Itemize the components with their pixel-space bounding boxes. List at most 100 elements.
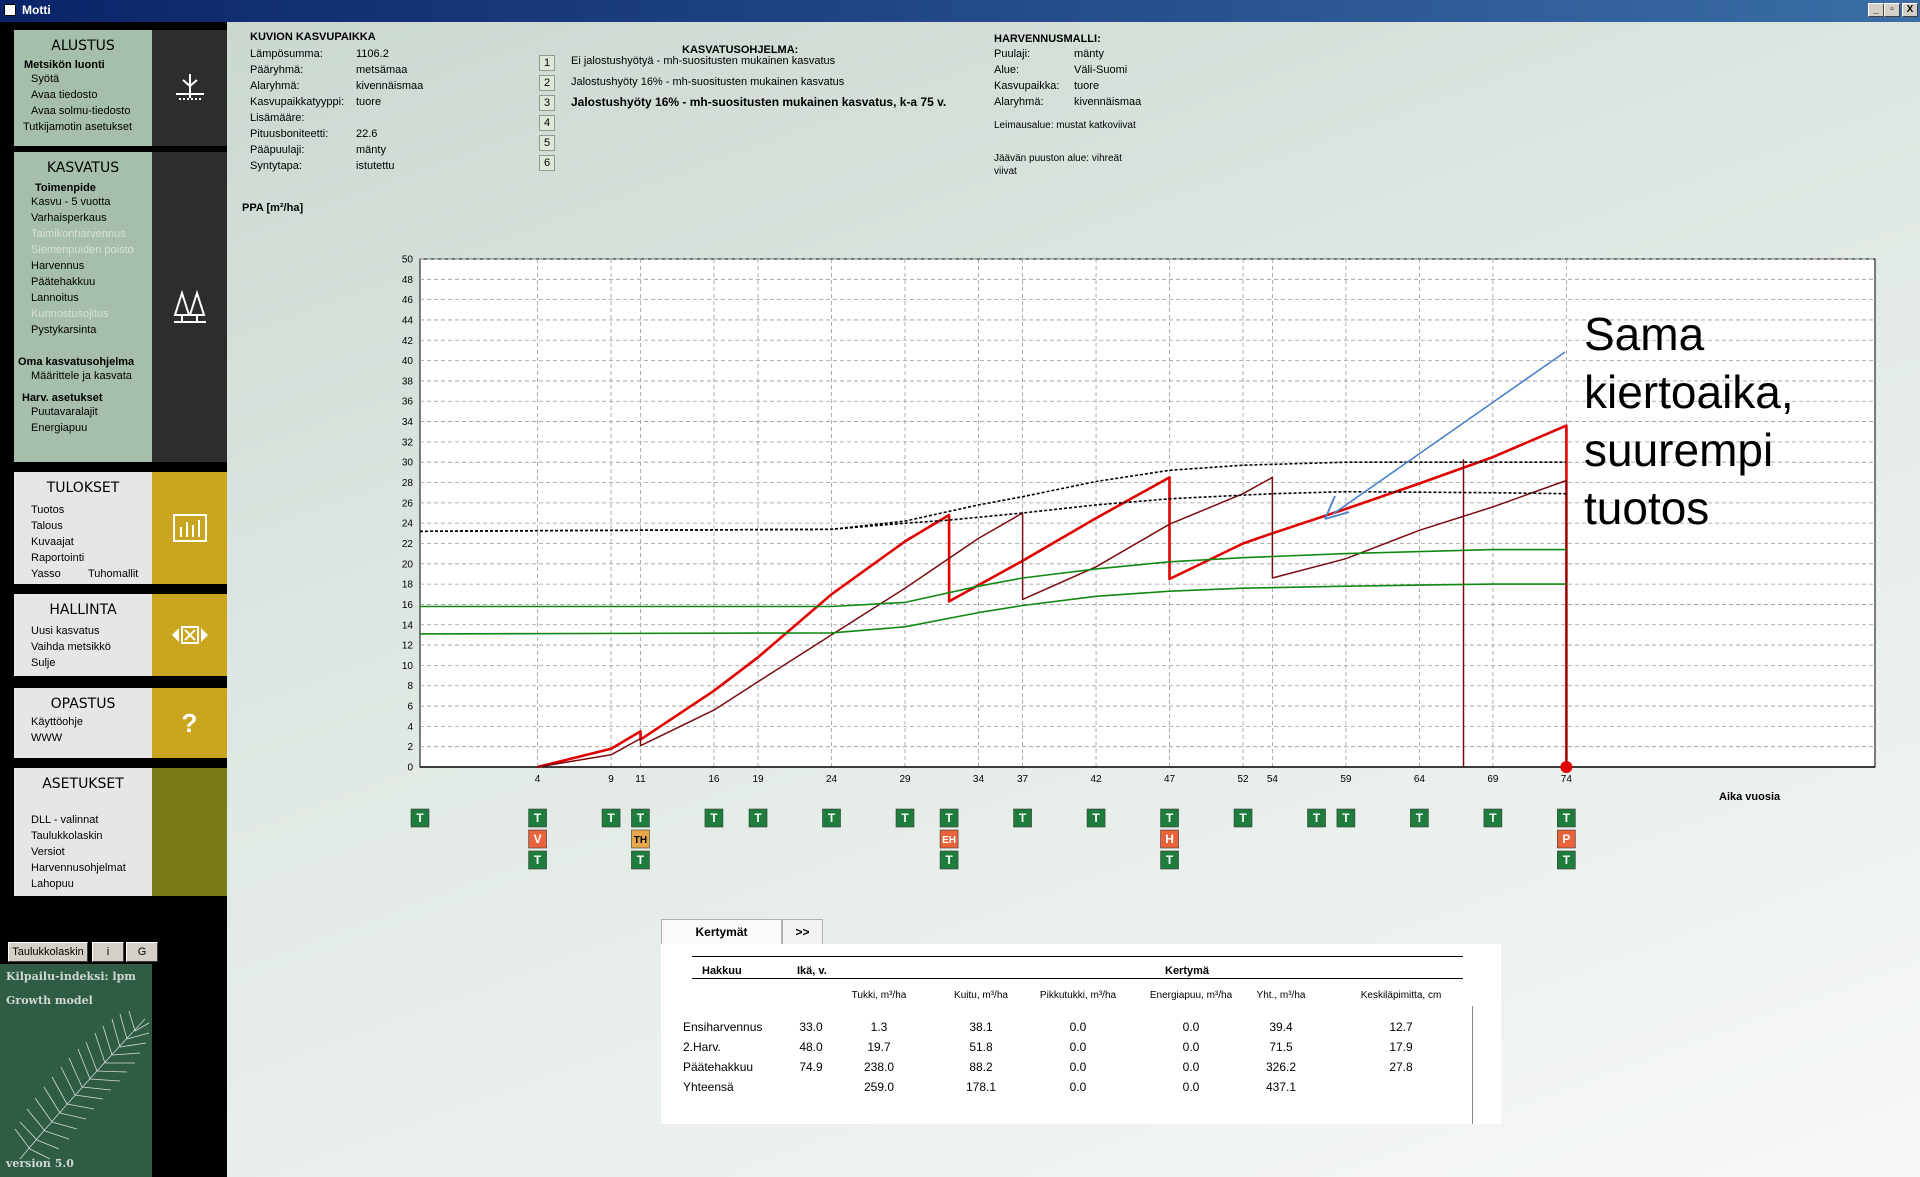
menu-versiot[interactable]: Versiot <box>31 844 152 860</box>
menu-tuotos[interactable]: Tuotos <box>31 502 152 518</box>
y-tick-label: 0 <box>407 763 413 774</box>
y-tick-label: 40 <box>402 356 414 367</box>
alustus-menu: ALUSTUS Metsikön luonti Syötä Avaa tiedo… <box>14 30 152 146</box>
menu-maarittele[interactable]: Määrittele ja kasvata <box>31 368 152 384</box>
menu-kasvu[interactable]: Kasvu - 5 vuotta <box>31 194 152 210</box>
menu-raportointi[interactable]: Raportointi <box>31 550 152 566</box>
x-tick-label: 74 <box>1561 774 1573 785</box>
main-area: KUVION KASVUPAIKKA Lämpösumma: 1106.2 Päär… <box>227 22 1920 1177</box>
window-title: Motti <box>22 3 51 17</box>
event-badge-label: V <box>534 832 542 846</box>
y-tick-label: 48 <box>402 275 414 286</box>
restore-button[interactable]: ▫ <box>1884 3 1900 17</box>
row-value: 0.0 <box>1182 1080 1200 1094</box>
menu-avaa-tiedosto[interactable]: Avaa tiedosto <box>31 87 152 103</box>
settings-icon <box>152 768 227 896</box>
info-button[interactable]: i <box>92 942 124 962</box>
row-value: 71.5 <box>1269 1040 1293 1054</box>
asetukset-title: ASETUKSET <box>42 776 124 792</box>
x-tick-label: 34 <box>973 774 985 785</box>
table-rule-top <box>692 956 1463 957</box>
event-badge-label: T <box>1092 811 1100 825</box>
g-button[interactable]: G <box>126 942 158 962</box>
menu-kunnostusojitus: Kunnostusojitus <box>31 308 109 320</box>
menu-varhaisperkaus[interactable]: Varhaisperkaus <box>31 210 152 226</box>
growth-model-panel: Kilpailu-indeksi: lpm Growth model versi… <box>0 964 152 1177</box>
x-tick-label: 37 <box>1017 774 1029 785</box>
y-tick-label: 8 <box>407 681 413 692</box>
y-tick-label: 38 <box>402 376 414 387</box>
help-icon: ? <box>152 688 227 758</box>
row-name: 2.Harv. <box>683 1040 721 1054</box>
close-button[interactable]: X <box>1902 3 1918 17</box>
kilpailu-indeksi-label: Kilpailu-indeksi: lpm <box>6 970 136 983</box>
menu-pystykarsinta[interactable]: Pystykarsinta <box>31 322 152 338</box>
y-tick-label: 26 <box>402 498 414 509</box>
menu-lahopuu[interactable]: Lahopuu <box>31 876 152 892</box>
tab-kertymat[interactable]: Kertymät <box>661 919 782 945</box>
y-axis-label: PPA [m²/ha] <box>242 202 303 214</box>
growth-model-label: Growth model <box>6 994 93 1007</box>
row-value: 19.7 <box>867 1040 891 1054</box>
menu-dll[interactable]: DLL - valinnat <box>31 812 152 828</box>
x-tick-label: 9 <box>608 774 614 785</box>
menu-lannoitus[interactable]: Lannoitus <box>31 290 152 306</box>
hallinta-title: HALLINTA <box>49 602 117 618</box>
x-tick-label: 59 <box>1340 774 1352 785</box>
x-tick-label: 42 <box>1090 774 1102 785</box>
menu-uusi-kasvatus[interactable]: Uusi kasvatus <box>31 623 152 639</box>
header-hakkuu: Hakkuu <box>702 965 742 977</box>
trees-icon <box>152 152 227 462</box>
table-rule-right <box>1472 1006 1473 1124</box>
version-label: version 5.0 <box>6 1157 74 1170</box>
y-tick-label: 44 <box>402 315 414 326</box>
menu-taulukkolaskin[interactable]: Taulukkolaskin <box>31 828 152 844</box>
menu-avaa-solmu[interactable]: Avaa solmu-tiedosto <box>31 103 152 119</box>
taulukkolaskin-button[interactable]: Taulukkolaskin <box>8 942 88 962</box>
menu-kuvaajat[interactable]: Kuvaajat <box>31 534 152 550</box>
row-value: 38.1 <box>969 1020 993 1034</box>
menu-harvennusohjelmat[interactable]: Harvennusohjelmat <box>31 860 152 876</box>
menu-talous[interactable]: Talous <box>31 518 152 534</box>
menu-tuhomallit[interactable]: Tuhomallit <box>88 566 138 582</box>
menu-taimikonharvennus: Taimikonharvennus <box>31 228 126 240</box>
menu-kayttoohje[interactable]: Käyttöohje <box>31 714 152 730</box>
menu-sulje[interactable]: Sulje <box>31 655 152 671</box>
menu-tutkijamotin[interactable]: Tutkijamotin asetukset <box>23 119 152 135</box>
event-badge-label: T <box>637 853 645 867</box>
menu-syota[interactable]: Syötä <box>31 71 152 87</box>
annotation-line-3: suurempi <box>1584 424 1774 476</box>
row-value: 437.1 <box>1265 1080 1297 1094</box>
menu-vaihda-metsikko[interactable]: Vaihda metsikkö <box>31 639 152 655</box>
row-value: 0.0 <box>1182 1060 1200 1074</box>
row-value: 238.0 <box>863 1060 895 1074</box>
y-tick-label: 12 <box>402 641 414 652</box>
section-opastus: OPASTUS Käyttöohje WWW ? <box>14 688 227 758</box>
menu-puutavaralajit[interactable]: Puutavaralajit <box>31 404 152 420</box>
event-badge-label: T <box>1563 853 1571 867</box>
menu-energiapuu[interactable]: Energiapuu <box>31 420 152 436</box>
menu-harvennus[interactable]: Harvennus <box>31 258 152 274</box>
hallinta-menu: HALLINTA Uusi kasvatus Vaihda metsikkö S… <box>14 594 152 676</box>
row-name: Päätehakkuu <box>683 1060 754 1074</box>
y-tick-label: 24 <box>402 519 414 530</box>
minimize-button[interactable]: _ <box>1868 3 1884 17</box>
row-value: 39.4 <box>1269 1020 1293 1034</box>
event-badge-label: T <box>607 811 615 825</box>
menu-paatehakkuu[interactable]: Päätehakkuu <box>31 274 152 290</box>
row-value: 259.0 <box>863 1080 895 1094</box>
bar-chart-icon <box>152 472 227 584</box>
row-value: 326.2 <box>1265 1060 1297 1074</box>
row-value: 0.0 <box>1069 1080 1087 1094</box>
event-badge-label: T <box>945 811 953 825</box>
row-name: Yhteensä <box>683 1080 734 1094</box>
table-rule-header <box>692 978 1463 979</box>
row-value: 1.3 <box>870 1020 888 1034</box>
menu-www[interactable]: WWW <box>31 730 152 746</box>
opastus-title: OPASTUS <box>50 696 116 712</box>
tab-more-button[interactable]: >> <box>782 919 823 945</box>
x-tick-label: 24 <box>826 774 838 785</box>
menu-yasso-label[interactable]: Yasso <box>31 568 61 580</box>
row-value: 178.1 <box>965 1080 997 1094</box>
event-badge-label: T <box>534 853 542 867</box>
